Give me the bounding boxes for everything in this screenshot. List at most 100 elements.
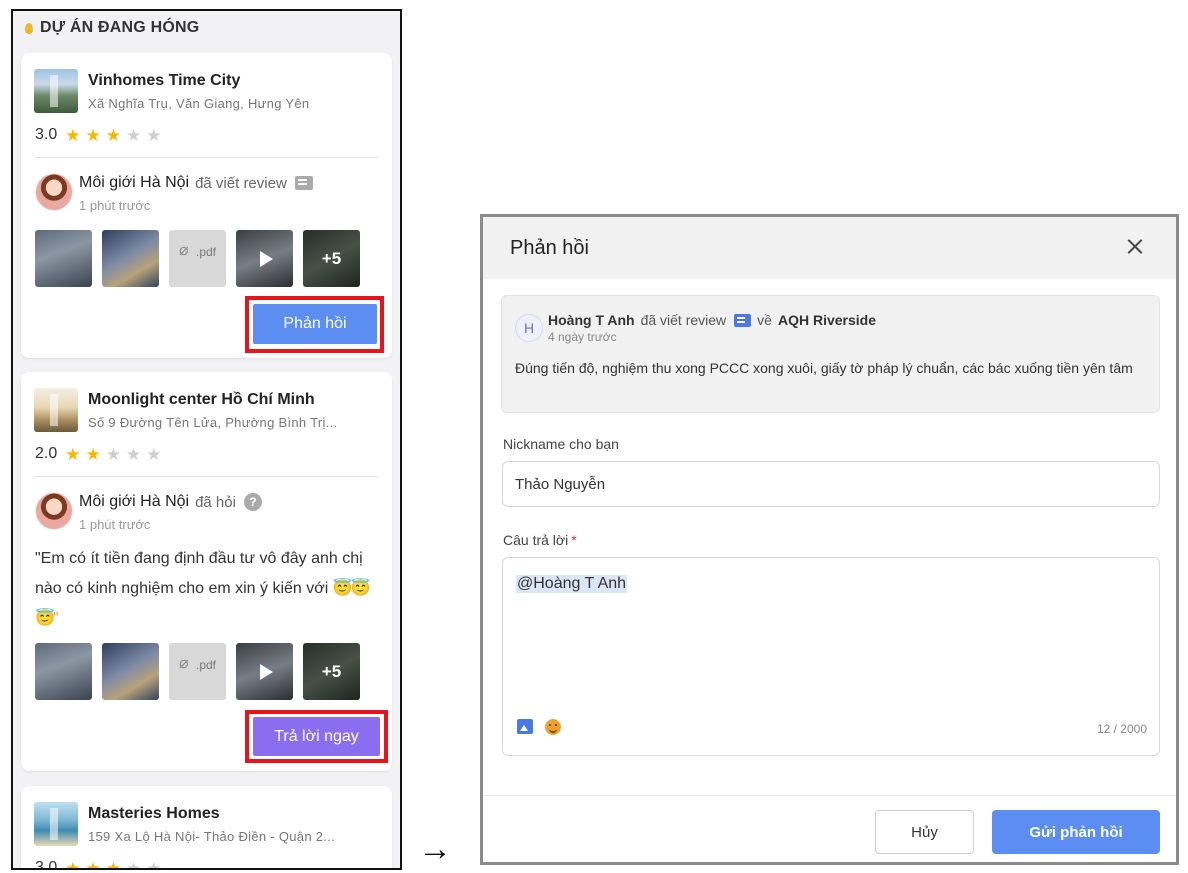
project-card: Masteries Homes 159 Xa Lộ Hà Nội- Thảo Đ… xyxy=(21,786,392,870)
required-mark: * xyxy=(571,532,577,548)
reviewer-action: đã hỏi xyxy=(195,493,236,511)
rating-value: 3.0 xyxy=(35,126,58,143)
star-icon: ★ xyxy=(146,444,162,464)
play-icon xyxy=(260,250,273,267)
project-address: 159 Xa Lộ Hà Nội- Thảo Điền - Quận 2... xyxy=(88,829,336,844)
quoted-review: H Hoàng T Anh đã viết review về AQH Rive… xyxy=(501,295,1160,413)
close-icon[interactable] xyxy=(1124,235,1146,257)
question-text: "Em có ít tiền đang định đầu tư vô đây a… xyxy=(35,544,380,634)
lightbulb-icon xyxy=(25,22,33,34)
star-icon: ★ xyxy=(126,444,142,464)
send-reply-button[interactable]: Gửi phản hồi xyxy=(992,810,1160,854)
nickname-input[interactable] xyxy=(502,461,1160,507)
media-gallery: ⌀ .pdf +5 xyxy=(35,230,360,287)
media-video[interactable] xyxy=(236,230,293,287)
pdf-label: .pdf xyxy=(196,658,217,672)
divider xyxy=(35,157,378,158)
project-card: Moonlight center Hồ Chí Minh Số 9 Đường … xyxy=(21,372,392,771)
project-rating: 3.0 ★ ★ ★ ★ ★ xyxy=(35,858,167,870)
answer-label: Câu trả lời * xyxy=(503,532,577,548)
project-thumbnail[interactable] xyxy=(34,802,78,846)
feed-header-label: DỰ ÁN ĐANG HÓNG xyxy=(40,19,200,36)
char-counter: 12 / 2000 xyxy=(1096,722,1147,736)
star-icon: ★ xyxy=(146,125,162,145)
arrow-right-icon: → xyxy=(418,830,452,868)
more-count: +5 xyxy=(321,661,342,681)
reviewer-action: đã viết review xyxy=(195,174,287,192)
paperclip-icon: ⌀ xyxy=(179,242,189,259)
project-thumbnail[interactable] xyxy=(34,388,78,432)
star-icon: ★ xyxy=(105,444,121,464)
reply-button[interactable]: Phản hồi xyxy=(253,304,377,344)
play-icon xyxy=(260,663,273,680)
media-gallery: ⌀ .pdf +5 xyxy=(35,643,360,700)
review-note-icon xyxy=(294,176,313,190)
media-more[interactable]: +5 xyxy=(303,643,360,700)
review-time: 4 ngày trước xyxy=(548,330,617,344)
media-pdf[interactable]: ⌀ .pdf xyxy=(169,643,226,700)
reviewer-name[interactable]: Môi giới Hà Nội xyxy=(79,174,189,192)
reviewer-line: Môi giới Hà Nội đã hỏi ? xyxy=(79,493,262,511)
project-thumbnail[interactable] xyxy=(34,69,78,113)
reviewer-line: Môi giới Hà Nội đã viết review xyxy=(79,174,313,192)
image-upload-icon[interactable] xyxy=(517,719,533,734)
nickname-label: Nickname cho bạn xyxy=(503,436,619,452)
answer-now-button[interactable]: Trả lời ngay xyxy=(253,717,380,756)
feed-header: DỰ ÁN ĐANG HÓNG xyxy=(25,19,199,37)
review-time: 1 phút trước xyxy=(79,198,151,213)
pdf-label: .pdf xyxy=(196,245,217,259)
rating-value: 2.0 xyxy=(35,445,58,462)
project-feed-panel: DỰ ÁN ĐANG HÓNG Vinhomes Time City Xã Ng… xyxy=(11,9,402,870)
star-icon: ★ xyxy=(126,125,142,145)
cancel-button[interactable]: Hủy xyxy=(875,810,974,854)
modal-header: Phản hồi xyxy=(483,217,1176,279)
star-icon: ★ xyxy=(146,858,162,870)
question-time: 1 phút trước xyxy=(79,517,151,532)
media-pdf[interactable]: ⌀ .pdf xyxy=(169,230,226,287)
review-action: đã viết review xyxy=(640,312,727,328)
star-icon: ★ xyxy=(85,444,101,464)
review-about: về xyxy=(757,312,772,328)
star-icon: ★ xyxy=(105,858,121,870)
star-icon: ★ xyxy=(85,125,101,145)
media-image[interactable] xyxy=(102,230,159,287)
paperclip-icon: ⌀ xyxy=(179,655,189,672)
answer-label-text: Câu trả lời xyxy=(503,532,569,548)
avatar[interactable] xyxy=(35,173,73,211)
modal-title: Phản hồi xyxy=(510,237,589,259)
review-author[interactable]: Hoàng T Anh xyxy=(548,312,635,328)
rating-value: 3.0 xyxy=(35,859,58,870)
star-icon: ★ xyxy=(65,444,81,464)
media-image[interactable] xyxy=(35,643,92,700)
emoji-icon[interactable] xyxy=(545,719,561,735)
avatar: H xyxy=(515,314,543,342)
avatar[interactable] xyxy=(35,492,73,530)
media-image[interactable] xyxy=(35,230,92,287)
project-address: Xã Nghĩa Trụ, Văn Giang, Hưng Yên xyxy=(88,96,310,111)
star-icon: ★ xyxy=(85,858,101,870)
answer-textarea[interactable]: @Hoàng T Anh 12 / 2000 xyxy=(502,557,1160,756)
review-text: Đúng tiến độ, nghiệm thu xong PCCC xong … xyxy=(515,360,1133,376)
question-body: "Em có ít tiền đang định đầu tư vô đây a… xyxy=(35,550,363,597)
review-project[interactable]: AQH Riverside xyxy=(778,312,876,328)
mention-tag[interactable]: @Hoàng T Anh xyxy=(516,575,628,593)
project-name[interactable]: Vinhomes Time City xyxy=(88,72,240,90)
star-icon: ★ xyxy=(65,125,81,145)
reply-modal: Phản hồi H Hoàng T Anh đã viết review về… xyxy=(480,214,1179,865)
divider xyxy=(35,476,378,477)
media-video[interactable] xyxy=(236,643,293,700)
star-icon: ★ xyxy=(65,858,81,870)
question-icon: ? xyxy=(243,493,262,511)
more-count: +5 xyxy=(321,248,342,268)
review-note-icon xyxy=(734,313,752,327)
star-icon: ★ xyxy=(126,858,142,870)
reviewer-name[interactable]: Môi giới Hà Nội xyxy=(79,493,189,511)
project-rating: 3.0 ★ ★ ★ ★ ★ xyxy=(35,126,167,144)
media-image[interactable] xyxy=(102,643,159,700)
review-author-line: Hoàng T Anh đã viết review về AQH Rivers… xyxy=(548,312,876,328)
project-name[interactable]: Masteries Homes xyxy=(88,805,220,823)
divider xyxy=(483,795,1176,796)
media-more[interactable]: +5 xyxy=(303,230,360,287)
project-name[interactable]: Moonlight center Hồ Chí Minh xyxy=(88,391,315,409)
project-card: Vinhomes Time City Xã Nghĩa Trụ, Văn Gia… xyxy=(21,53,392,358)
